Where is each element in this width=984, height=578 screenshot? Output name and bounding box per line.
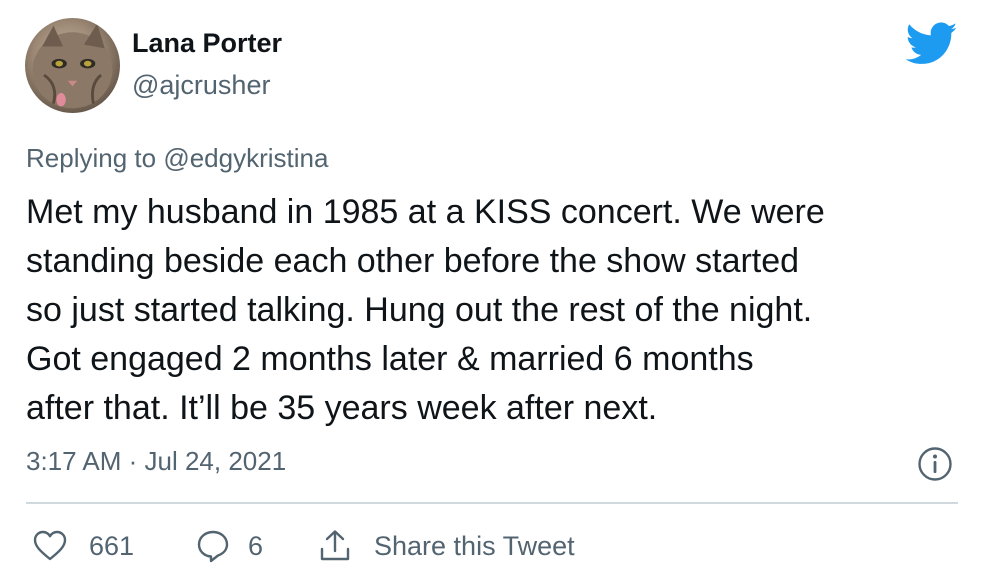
avatar-image (32, 23, 113, 109)
like-button[interactable]: 661 (33, 518, 134, 574)
author-name[interactable]: Lana Porter (132, 30, 282, 57)
twitter-bird-icon[interactable] (905, 22, 958, 66)
reply-bubble-icon (197, 530, 229, 563)
heart-icon (33, 530, 67, 561)
share-label: Share this Tweet (374, 530, 575, 561)
reply-context: Replying to @edgykristina (26, 143, 328, 174)
tweet-timestamp[interactable]: 3:17 AM · Jul 24, 2021 (26, 446, 286, 477)
reply-count: 6 (248, 530, 264, 561)
reply-mention-link[interactable]: @edgykristina (163, 143, 328, 173)
share-button[interactable]: Share this Tweet (318, 518, 575, 574)
like-count: 661 (89, 530, 135, 561)
reply-prefix: Replying to (26, 143, 157, 173)
share-icon (320, 530, 350, 561)
tweet-text: Met my husband in 1985 at a KISS concert… (26, 193, 825, 427)
divider (26, 502, 958, 504)
info-icon[interactable] (917, 446, 953, 482)
tweet-card: Lana Porter @ajcrusher Replying to @edgy… (0, 0, 984, 578)
action-bar: 661 6 Share this Tweet (0, 518, 984, 574)
avatar[interactable] (25, 18, 120, 113)
author-handle[interactable]: @ajcrusher (132, 72, 270, 99)
reply-button[interactable]: 6 (196, 518, 263, 574)
